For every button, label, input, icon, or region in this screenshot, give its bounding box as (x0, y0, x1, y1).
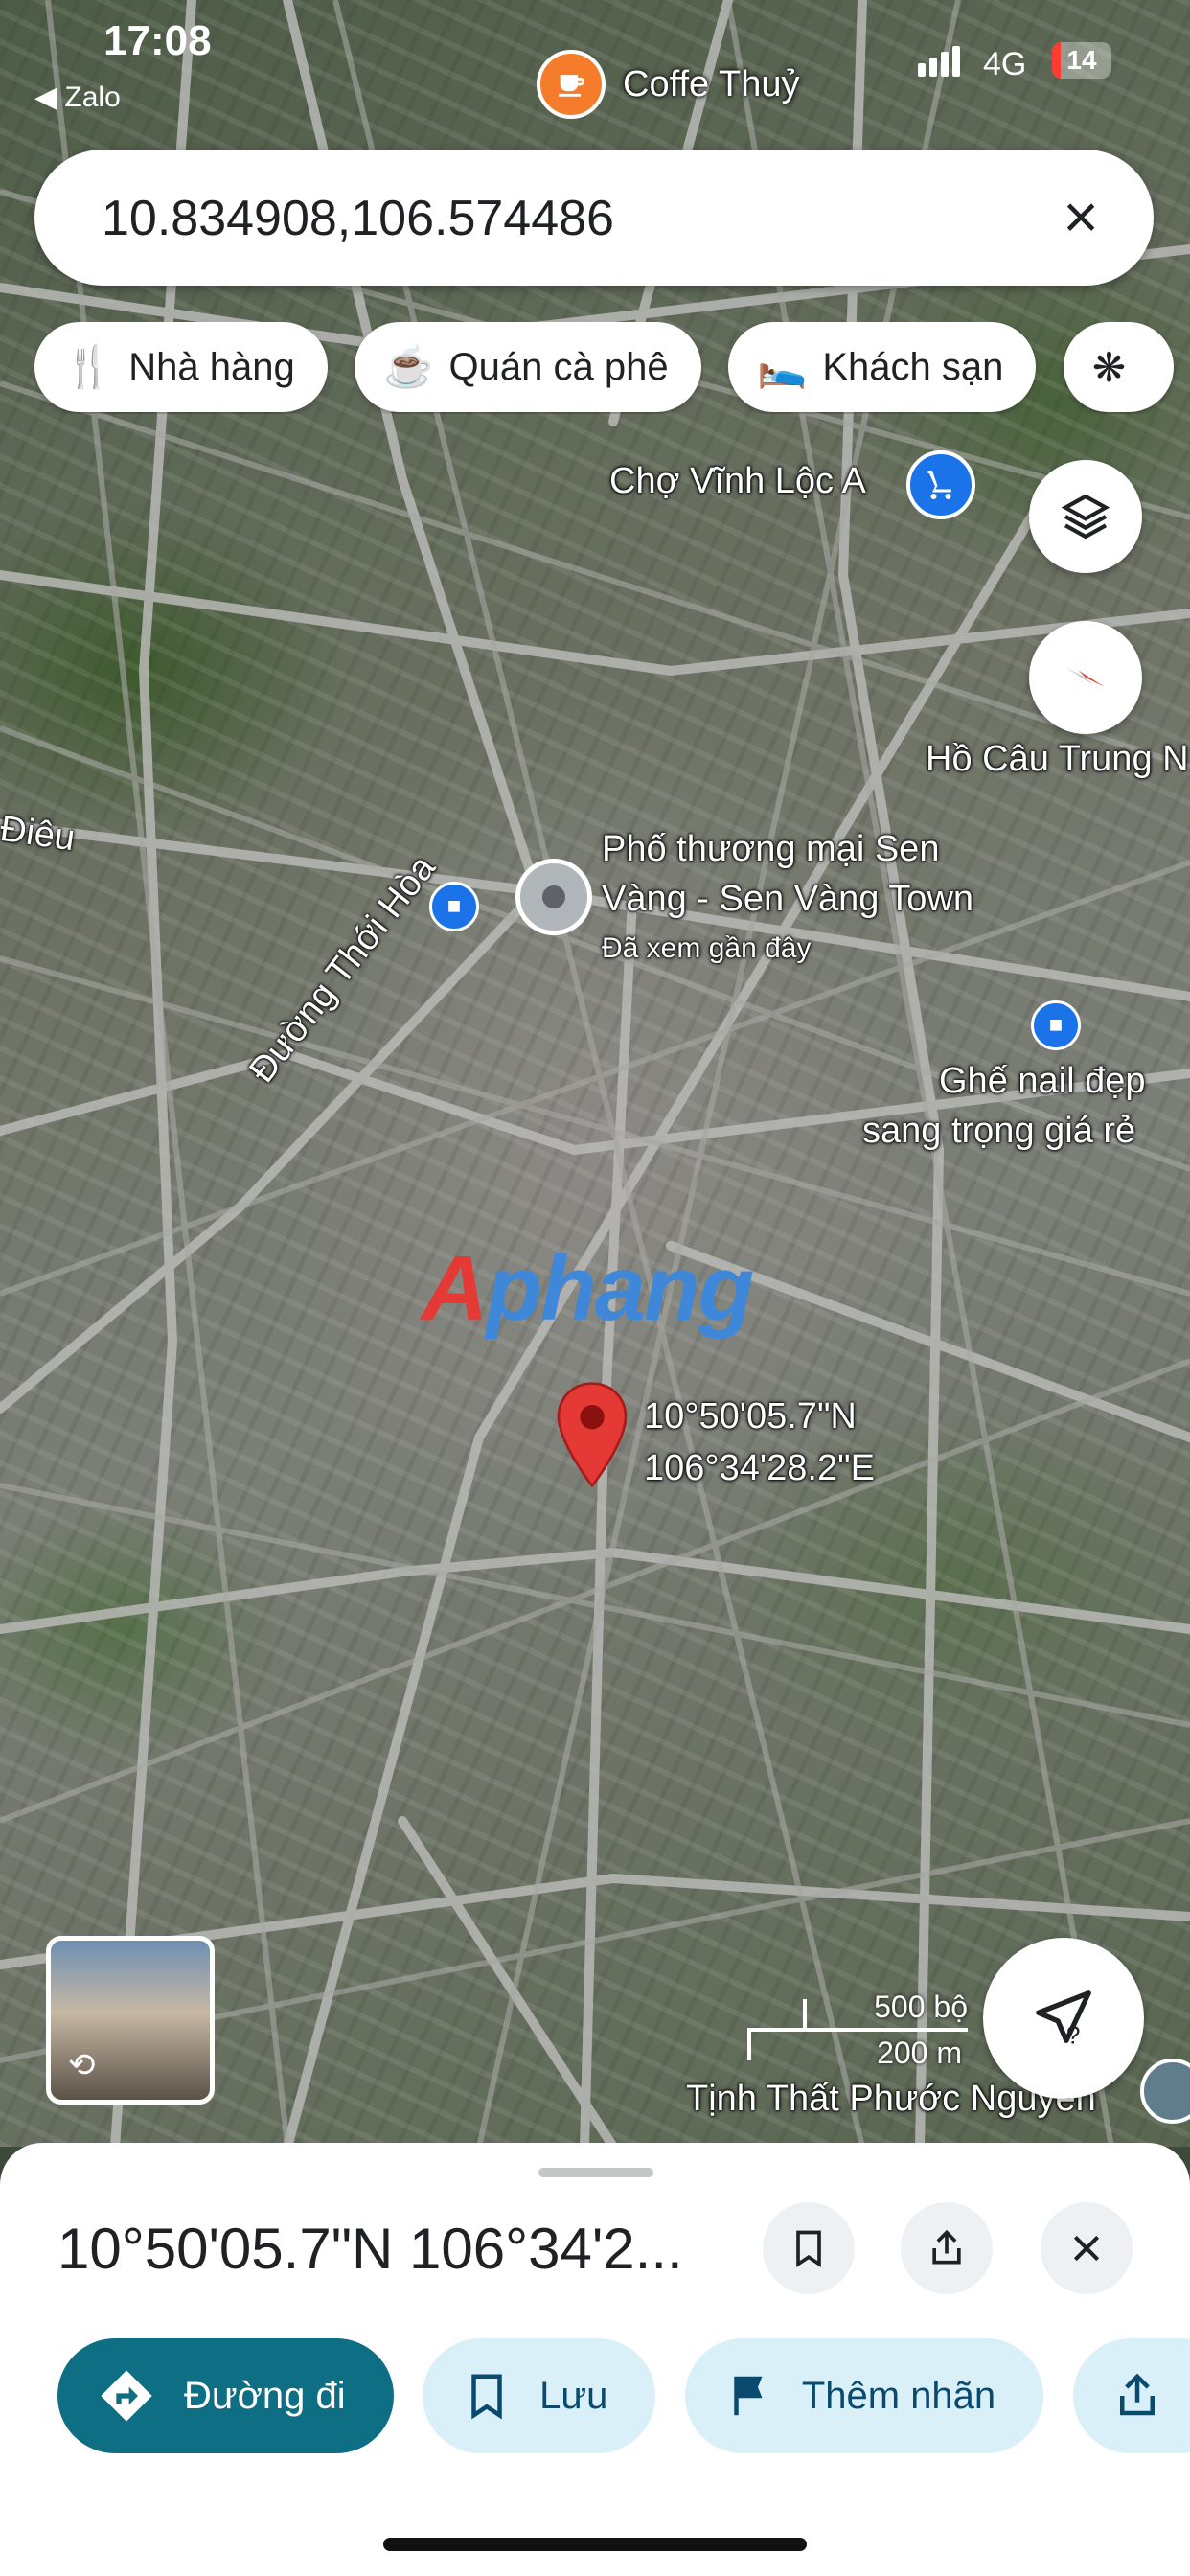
share-action-button[interactable] (1072, 2338, 1190, 2453)
compass-button[interactable] (1029, 621, 1142, 734)
bus-stop-icon[interactable]: ■ (1031, 1000, 1081, 1050)
chip-more[interactable]: ❋ (1063, 322, 1175, 412)
poi-coffee[interactable]: Coffe Thuỷ (537, 50, 800, 119)
pin-coordinates-lng: 106°34'28.2"E (644, 1448, 875, 1488)
attraction-icon: ❋ (1091, 344, 1127, 390)
directions-button[interactable]: Đường đi (57, 2338, 394, 2453)
map-label-nail-2[interactable]: sang trọng giá rẻ (862, 1108, 1135, 1155)
place-bottom-sheet[interactable]: 10°50'05.7"N 106°34'2... Đường đi Lưu Th… (0, 2143, 1190, 2576)
chip-restaurant[interactable]: 🍴 Nhà hàng (34, 322, 328, 412)
map-scale: 500 bộ 200 m (747, 1990, 968, 2070)
street-view-thumbnail[interactable]: ⟲ (46, 1936, 215, 2104)
back-to-app[interactable]: ◀ Zalo (34, 80, 121, 114)
chip-cafe[interactable]: ☕ Quán cà phê (355, 322, 701, 412)
layers-icon (1061, 494, 1110, 540)
svg-text:?: ? (1066, 2020, 1081, 2049)
shopping-cart-icon[interactable] (906, 450, 975, 519)
map-label-recent: Đã xem gần đây (602, 932, 812, 964)
map-label-commercial-2[interactable]: Vàng - Sen Vàng Town (602, 876, 973, 923)
bookmark-icon (796, 2230, 821, 2267)
sheet-drag-handle[interactable] (538, 2168, 653, 2177)
back-arrow-icon: ◀ (34, 81, 57, 113)
coffee-cup-icon (537, 50, 606, 119)
compass-icon (1066, 668, 1105, 687)
home-indicator[interactable] (383, 2538, 807, 2551)
map-label-nail-1[interactable]: Ghế nail đẹp (939, 1058, 1146, 1105)
directions-explore-button[interactable]: ? (983, 1938, 1144, 2099)
map-label-market[interactable]: Chợ Vĩnh Lộc A (609, 458, 866, 505)
rotate-360-icon: ⟲ (68, 2047, 96, 2083)
poi-coffee-label: Coffe Thuỷ (623, 63, 800, 104)
share-button[interactable] (901, 2202, 993, 2294)
close-icon[interactable]: × (1046, 182, 1115, 251)
chip-hotel[interactable]: 🛌 Khách sạn (728, 322, 1037, 412)
bed-icon: 🛌 (757, 343, 808, 389)
coffee-cup-icon: ☕ (383, 343, 434, 389)
place-actions: Đường đi Lưu Thêm nhãn (57, 2338, 1190, 2453)
layers-button[interactable] (1029, 460, 1142, 573)
flag-icon (723, 2370, 775, 2422)
directions-icon (96, 2365, 157, 2426)
share-icon (1111, 2370, 1163, 2422)
save-button[interactable]: Lưu (423, 2338, 656, 2453)
status-time: 17:08 (103, 17, 212, 64)
category-chips: 🍴 Nhà hàng ☕ Quán cà phê 🛌 Khách sạn ❋ (34, 322, 1190, 414)
bookmark-icon (461, 2370, 513, 2422)
recent-place-pin-icon[interactable] (515, 859, 592, 935)
search-input[interactable]: 10.834908,106.574486 (102, 190, 614, 247)
close-sheet-button[interactable] (1041, 2202, 1133, 2294)
map-label-road-left: Điêu (0, 808, 78, 860)
close-icon (1073, 2235, 1100, 2262)
map-label-commercial-1[interactable]: Phố thương mại Sen (602, 826, 939, 873)
signal-icon (918, 46, 960, 77)
share-icon (932, 2229, 961, 2265)
fork-knife-icon: 🍴 (63, 343, 114, 389)
pin-coordinates-lat: 10°50'05.7"N (644, 1396, 857, 1437)
map-label-fishing[interactable]: Hồ Câu Trung N (926, 736, 1189, 783)
navigation-question-icon: ? (1036, 1990, 1091, 2049)
place-title: 10°50'05.7"N 106°34'2... (57, 2217, 683, 2281)
location-pin-icon[interactable] (554, 1380, 630, 1489)
search-bar[interactable]: 10.834908,106.574486 × (34, 150, 1154, 286)
add-label-button[interactable]: Thêm nhãn (684, 2338, 1044, 2453)
battery-icon: 14 (1052, 42, 1111, 79)
bus-stop-icon[interactable]: ■ (429, 882, 479, 932)
watermark-logo: Aphang (422, 1237, 754, 1340)
network-type: 4G (983, 46, 1027, 82)
bookmark-button[interactable] (763, 2202, 855, 2294)
